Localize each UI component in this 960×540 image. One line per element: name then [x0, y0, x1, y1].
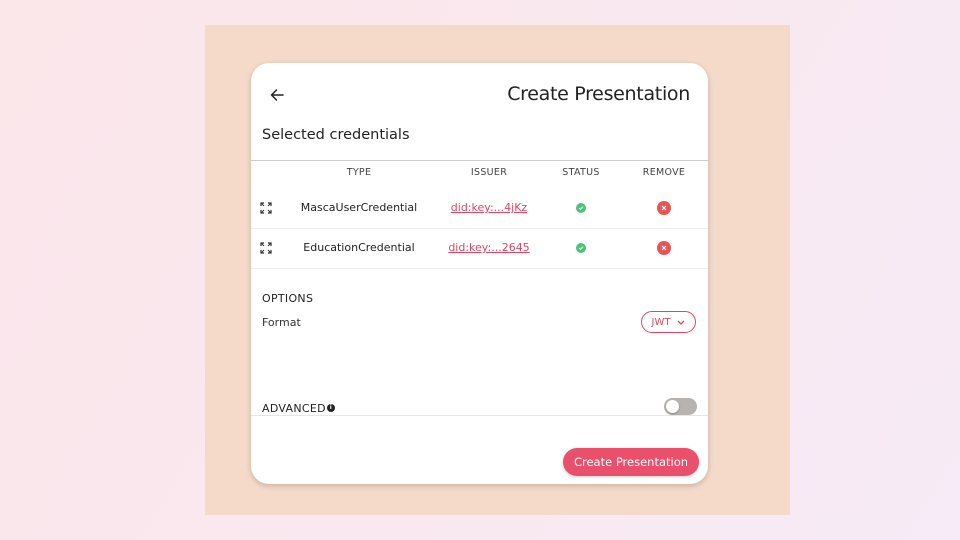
expand-icon[interactable]: [260, 242, 272, 254]
options-title: OPTIONS: [262, 292, 314, 305]
format-select[interactable]: JWT: [641, 311, 696, 333]
expand-icon[interactable]: [260, 202, 272, 214]
status-valid-icon: [576, 243, 586, 253]
table-divider: [251, 160, 708, 161]
advanced-label: ADVANCED: [262, 402, 326, 415]
back-button[interactable]: [267, 85, 287, 105]
close-icon: [661, 205, 667, 211]
format-label: Format: [262, 316, 301, 329]
credential-type: MascaUserCredential: [300, 201, 418, 214]
status-valid-icon: [576, 203, 586, 213]
credential-type: EducationCredential: [303, 241, 415, 254]
table-row: MascaUserCredential did:key:...4jKz: [251, 189, 708, 229]
column-header-issuer: ISSUER: [470, 167, 508, 178]
issuer-link[interactable]: did:key:...2645: [448, 241, 529, 254]
arrow-left-icon: [270, 89, 284, 101]
advanced-title: ADVANCED i: [262, 402, 335, 415]
close-icon: [661, 245, 667, 251]
format-value: JWT: [651, 316, 671, 328]
chevron-down-icon: [678, 320, 685, 325]
remove-credential-button[interactable]: [657, 201, 671, 215]
table-row: EducationCredential did:key:...2645: [251, 229, 708, 269]
info-icon[interactable]: i: [326, 404, 335, 412]
column-header-type: TYPE: [346, 167, 372, 178]
create-presentation-button[interactable]: Create Presentation: [563, 448, 699, 476]
issuer-link[interactable]: did:key:...4jKz: [451, 201, 527, 214]
column-header-remove: REMOVE: [642, 167, 686, 178]
page-title: Create Presentation: [507, 83, 690, 105]
column-header-status: STATUS: [562, 167, 600, 178]
advanced-divider: [251, 415, 708, 416]
row-divider: [251, 268, 708, 269]
remove-credential-button[interactable]: [657, 241, 671, 255]
toggle-knob: [666, 400, 679, 413]
advanced-toggle[interactable]: [664, 398, 697, 415]
section-title: Selected credentials: [262, 127, 410, 143]
create-presentation-card: Create Presentation Selected credentials…: [251, 63, 708, 484]
